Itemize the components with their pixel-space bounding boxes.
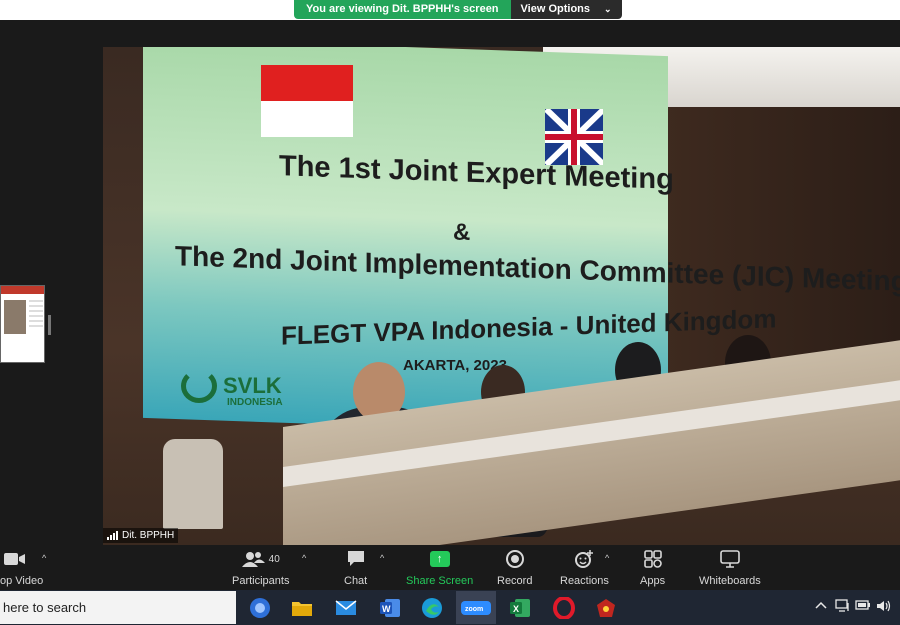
svg-text:W: W: [382, 604, 391, 614]
viewing-text: You are viewing Dit. BPPHH's screen: [294, 0, 511, 19]
thumbnail-text-lines: [29, 300, 43, 330]
windows-taskbar: here to search W zoom X: [0, 590, 900, 625]
share-screen-label: Share Screen: [406, 575, 474, 587]
word-icon[interactable]: W: [376, 594, 404, 622]
check-leaf-icon: [181, 369, 217, 403]
share-screen-icon: ↑: [429, 548, 450, 570]
participant-count: 40: [268, 553, 280, 565]
backdrop-ampersand: &: [453, 219, 471, 246]
chevron-up-icon[interactable]: [815, 599, 827, 613]
volume-icon[interactable]: [876, 599, 892, 616]
apps-label: Apps: [640, 575, 666, 587]
whiteboards-button[interactable]: Whiteboards: [699, 548, 761, 587]
video-camera-icon: [0, 548, 26, 570]
participants-icon: 40: [241, 548, 280, 570]
file-explorer-icon[interactable]: [288, 594, 316, 622]
taskbar-search-box[interactable]: here to search: [0, 591, 236, 624]
apps-icon: [643, 548, 662, 570]
indonesia-flag-icon: [261, 65, 353, 137]
windows-icon[interactable]: [246, 594, 274, 622]
speaker-name: Dit. BPPHH: [122, 530, 175, 541]
whiteboards-label: Whiteboards: [699, 575, 761, 587]
chat-button[interactable]: Chat: [344, 548, 367, 587]
svlk-logo-sub: INDONESIA: [227, 397, 283, 408]
panel-resize-handle[interactable]: [48, 315, 51, 335]
viewing-banner: You are viewing Dit. BPPHH's screen View…: [294, 0, 622, 19]
participants-caret-icon[interactable]: ^: [302, 553, 306, 563]
taskbar-search-text: here to search: [3, 600, 87, 615]
thumbnail-image: [4, 300, 26, 334]
apps-button[interactable]: Apps: [640, 548, 665, 587]
chevron-down-icon: ⌄: [604, 4, 612, 14]
edge-icon[interactable]: [418, 594, 446, 622]
record-label: Record: [497, 575, 533, 587]
zoom-window: You are viewing Dit. BPPHH's screen View…: [0, 0, 900, 625]
opera-icon[interactable]: [550, 594, 578, 622]
shared-video[interactable]: The 1st Joint Expert Meeting & The 2nd J…: [103, 47, 900, 545]
share-screen-button[interactable]: ↑ Share Screen: [406, 548, 473, 587]
slide-thumbnail[interactable]: [0, 285, 45, 363]
reactions-icon: [574, 548, 594, 570]
whiteboards-icon: [720, 548, 740, 570]
battery-icon[interactable]: [855, 599, 871, 614]
record-icon: [505, 548, 525, 570]
participants-button[interactable]: 40 Participants: [232, 548, 289, 587]
svlk-logo-name: SVLK: [223, 373, 282, 398]
video-options-caret-icon[interactable]: ^: [42, 553, 46, 563]
uk-flag-icon: [545, 109, 603, 165]
chat-icon: [346, 548, 366, 570]
view-options-button[interactable]: View Options ⌄: [510, 0, 622, 19]
svg-text:X: X: [513, 604, 519, 614]
svg-text:zoom: zoom: [465, 606, 483, 613]
stop-video-label: op Video: [0, 575, 44, 587]
reactions-label: Reactions: [560, 575, 609, 587]
reactions-caret-icon[interactable]: ^: [605, 553, 609, 563]
record-button[interactable]: Record: [497, 548, 532, 587]
speaker-name-tag: Dit. BPPHH: [103, 528, 179, 543]
participants-label: Participants: [232, 575, 290, 587]
stop-video-button[interactable]: op Video: [0, 548, 43, 587]
chat-caret-icon[interactable]: ^: [380, 553, 384, 563]
signal-strength-icon: [107, 531, 118, 540]
zoom-icon[interactable]: zoom: [456, 591, 496, 624]
meeting-toolbar: op Video ^ 40 Participants ^ Chat ^ ↑ Sh…: [0, 545, 900, 590]
reactions-button[interactable]: Reactions: [560, 548, 609, 587]
chair: [163, 439, 223, 529]
app-icon[interactable]: [592, 594, 620, 622]
view-options-label: View Options: [520, 3, 591, 15]
excel-icon[interactable]: X: [506, 594, 534, 622]
network-icon[interactable]: [835, 599, 851, 616]
mail-icon[interactable]: [332, 594, 360, 622]
chat-label: Chat: [344, 575, 368, 587]
thumbnail-header: [1, 286, 44, 294]
